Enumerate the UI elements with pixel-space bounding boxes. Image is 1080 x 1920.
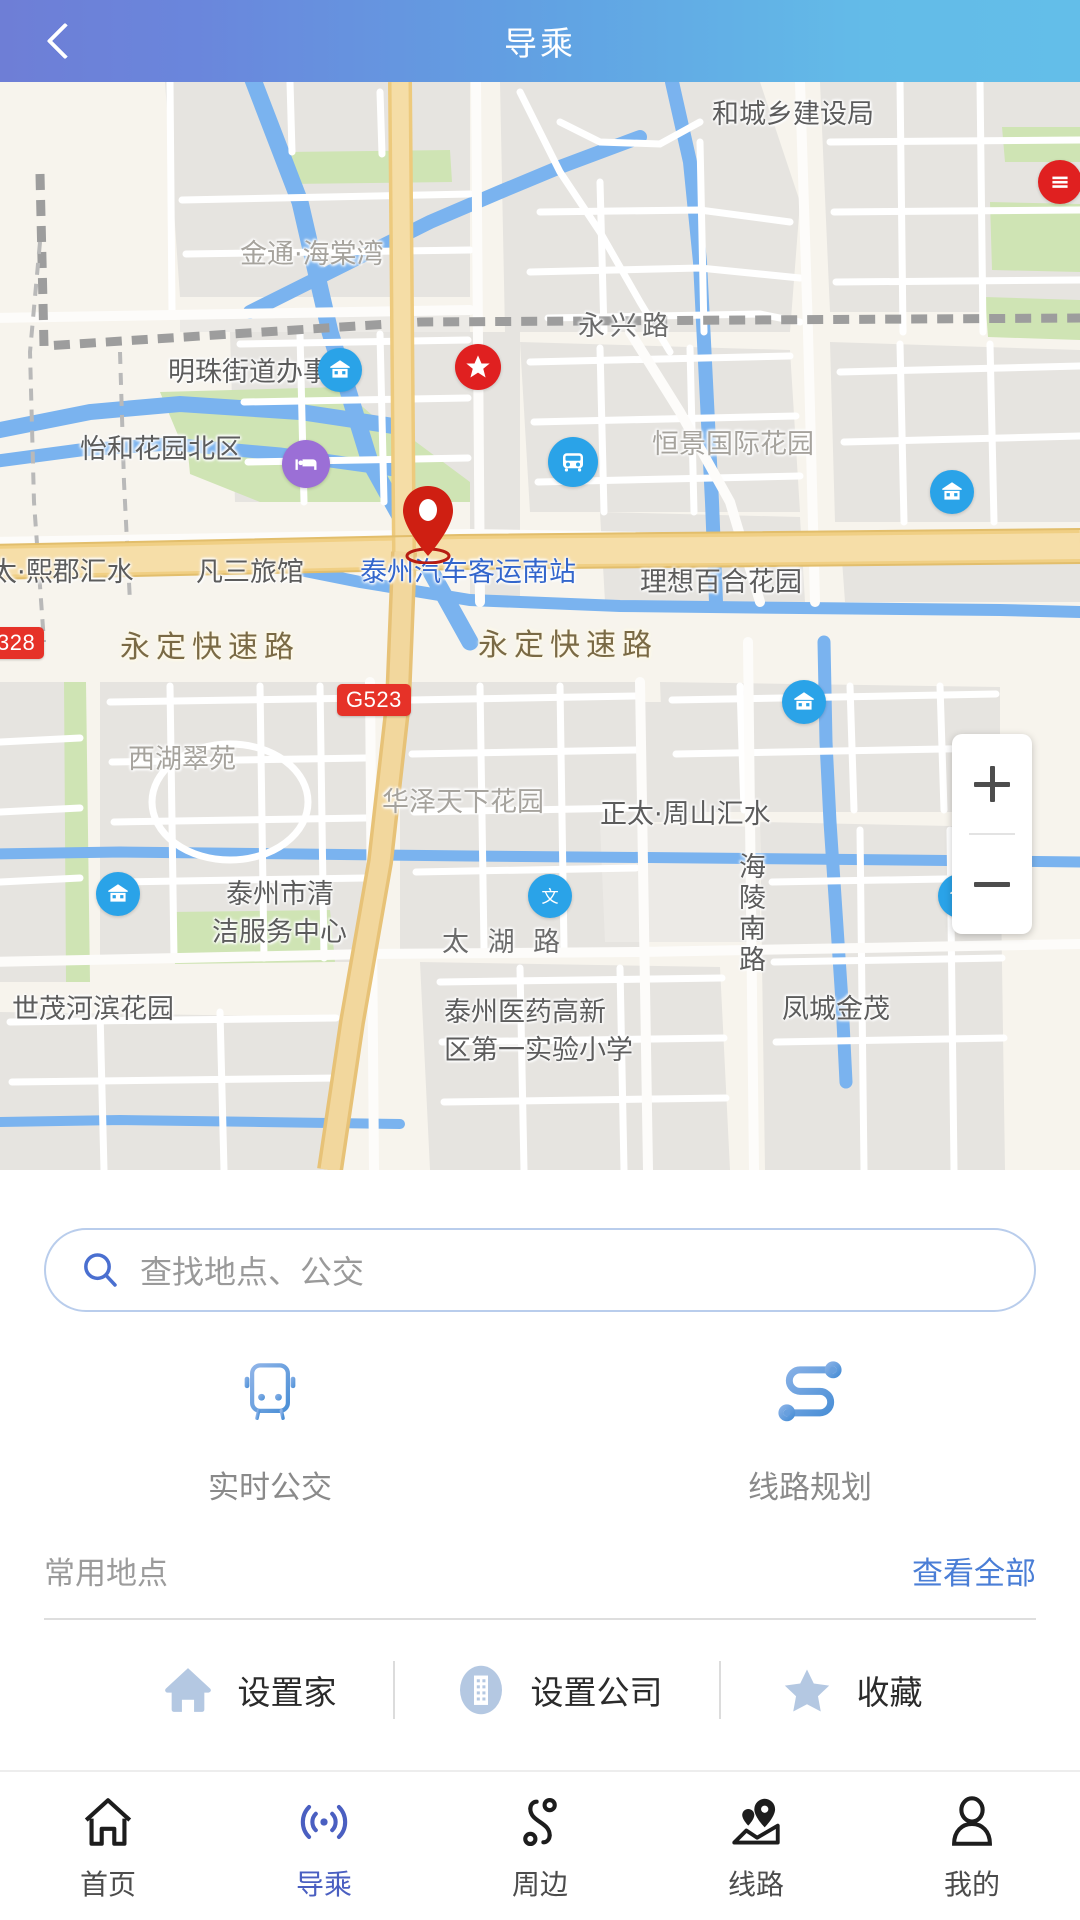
shortcut-divider [718, 1661, 721, 1719]
map-zoom-control[interactable] [952, 734, 1032, 934]
search-input[interactable]: 查找地点、公交 [44, 1228, 1036, 1312]
hotel-poi-icon[interactable] [282, 440, 330, 488]
government-star-poi-icon[interactable] [455, 344, 501, 390]
map-label: 凡三旅馆 [196, 557, 304, 588]
map-label: 泰州医药高新 [444, 997, 606, 1028]
shortcut-label: 设置公司 [530, 1673, 663, 1712]
map-road-label-vertical: 海陵南路 [734, 852, 765, 976]
bank-poi-icon[interactable] [1038, 160, 1080, 204]
map-view[interactable]: 和城乡建设局 金通·海棠湾 永兴路 明珠街道办事处 恒景国际花园 怡和花园北区 … [0, 82, 1080, 1170]
search-icon [84, 1253, 117, 1287]
shortcut-label: 收藏 [856, 1673, 923, 1712]
school-poi-icon[interactable]: 文 [528, 874, 572, 918]
map-road-label: 永定快速路 [120, 630, 300, 665]
quick-action-label: 实时公交 [208, 1470, 332, 1506]
location-pin-marker[interactable] [397, 482, 459, 564]
map-label: 理想百合花园 [640, 567, 802, 598]
map-label: 怡和花园北区 [80, 434, 242, 465]
highway-shield: 328 [0, 627, 45, 659]
zoom-out-button[interactable] [952, 835, 1032, 934]
app-header: 导乘 [0, 0, 1080, 82]
page-title: 导乘 [504, 25, 576, 62]
section-title: 常用地点 [44, 1556, 168, 1592]
residential-building-poi-icon[interactable] [930, 470, 974, 514]
view-all-link[interactable]: 查看全部 [912, 1548, 1036, 1593]
quick-actions-row: 实时公交 线路规划 [0, 1350, 1080, 1507]
map-label: 正太·周山汇水 [600, 799, 771, 830]
search-placeholder: 查找地点、公交 [140, 1253, 365, 1291]
residential-building-poi-icon[interactable] [96, 872, 140, 916]
highway-shield: G523 [337, 684, 411, 716]
map-label: 金通·海棠湾 [240, 239, 384, 270]
shortcut-divider [392, 1661, 395, 1719]
minus-icon [974, 882, 1010, 887]
nav-item-profile[interactable]: 我的 [864, 1772, 1080, 1920]
map-label: 泰州市清 [226, 879, 334, 910]
nav-item-daocheng[interactable]: 导乘 [216, 1772, 432, 1920]
home-outline-icon [79, 1789, 137, 1851]
bottom-navigation-bar: 首页 导乘 周边 线路 我的 [0, 1770, 1080, 1920]
map-label: 和城乡建设局 [712, 99, 874, 130]
map-label: 洁服务中心 [212, 917, 347, 948]
nav-item-home[interactable]: 首页 [0, 1772, 216, 1920]
map-label: 凤城金茂 [782, 994, 890, 1025]
bus-station-poi-icon[interactable] [548, 437, 598, 487]
map-label: 永兴路 [578, 311, 674, 342]
favorites-section-header: 常用地点 查看全部 [44, 1548, 1036, 1593]
map-label: 华泽天下花园 [382, 787, 544, 818]
map-label-highlight: 泰州汽车客运南站 [360, 557, 576, 588]
quick-action-label: 线路规划 [748, 1470, 872, 1506]
signal-waves-icon [295, 1789, 353, 1851]
route-planning-icon [767, 1350, 853, 1436]
realtime-bus-button[interactable]: 实时公交 [0, 1350, 540, 1507]
map-label: 区第一实验小学 [444, 1035, 633, 1066]
star-icon [777, 1660, 837, 1720]
nav-label: 导乘 [295, 1868, 352, 1901]
residential-building-poi-icon[interactable] [318, 348, 362, 392]
set-home-button[interactable]: 设置家 [158, 1660, 337, 1720]
set-company-button[interactable]: 设置公司 [451, 1660, 663, 1720]
map-label: 世茂河滨花园 [12, 994, 174, 1025]
user-profile-icon [943, 1789, 1001, 1851]
zoom-in-button[interactable] [952, 734, 1032, 833]
plus-icon [974, 765, 1010, 802]
home-icon [158, 1660, 218, 1720]
map-road-label: 太 湖 路 [442, 927, 566, 958]
bottom-panel: 查找地点、公交 实时公交 线路规划 常用地点 查看全部 设置家 设置公司 收藏 [0, 1170, 1080, 1770]
favorites-button[interactable]: 收藏 [777, 1660, 923, 1720]
favorites-shortcuts: 设置家 设置公司 收藏 [0, 1660, 1080, 1720]
map-label: 恒景国际花园 [652, 429, 814, 460]
map-pin-route-icon [727, 1789, 785, 1851]
office-building-icon [451, 1660, 511, 1720]
section-divider [44, 1618, 1036, 1620]
map-label: 太·熙郡汇水 [0, 557, 134, 588]
nav-item-nearby[interactable]: 周边 [432, 1772, 648, 1920]
residential-building-poi-icon[interactable] [782, 680, 826, 724]
map-label: 西湖翠苑 [128, 744, 236, 775]
nav-label: 周边 [511, 1868, 568, 1901]
map-road-label: 永定快速路 [478, 628, 658, 663]
chevron-left-icon [46, 22, 84, 60]
winding-route-icon [511, 1789, 569, 1851]
route-planning-button[interactable]: 线路规划 [540, 1350, 1080, 1507]
bus-icon [231, 1350, 309, 1436]
nav-label: 我的 [943, 1868, 1000, 1901]
shortcut-label: 设置家 [237, 1673, 337, 1712]
back-button[interactable] [22, 0, 108, 82]
nav-label: 线路 [727, 1868, 784, 1901]
nav-item-lines[interactable]: 线路 [648, 1772, 864, 1920]
svg-text:文: 文 [541, 888, 558, 908]
nav-label: 首页 [79, 1868, 136, 1901]
